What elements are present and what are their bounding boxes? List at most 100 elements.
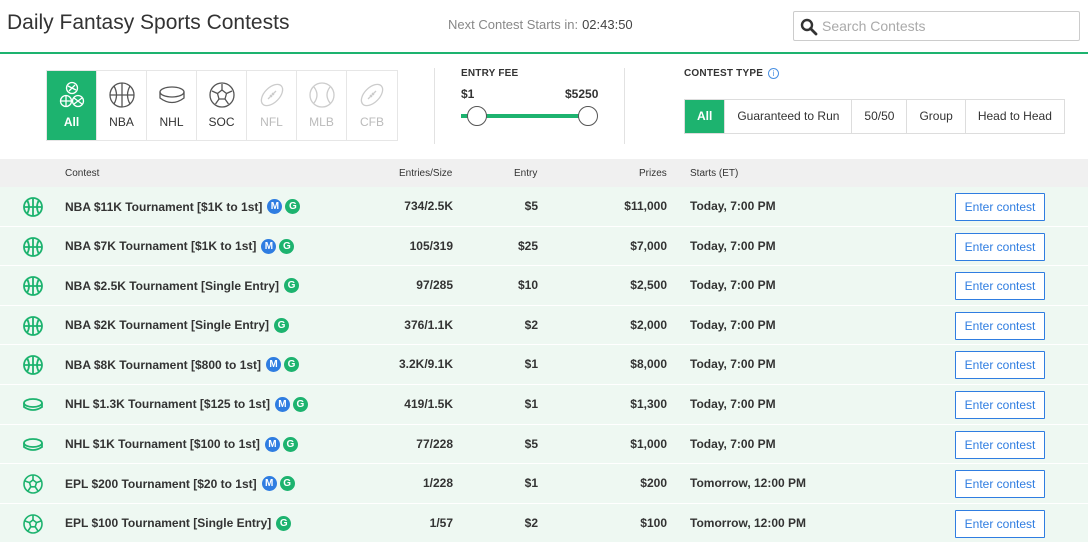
column-header-starts[interactable]: Starts (ET) <box>690 168 738 179</box>
contest-type-5050[interactable]: 50/50 <box>852 100 908 133</box>
sport-tab-all[interactable]: All <box>47 71 97 140</box>
contest-name[interactable]: NHL $1K Tournament [$100 to 1st] <box>65 437 260 451</box>
contest-name-cell: NBA $8K Tournament [$800 to 1st] M G <box>65 357 300 373</box>
contest-name[interactable]: EPL $100 Tournament [Single Entry] <box>65 516 271 530</box>
contest-name[interactable]: NBA $2K Tournament [Single Entry] <box>65 318 269 332</box>
hockey-puck-icon <box>158 86 185 104</box>
contest-name[interactable]: NBA $2.5K Tournament [Single Entry] <box>65 279 279 293</box>
entry-fee-cell: $2 <box>524 515 538 530</box>
search-input[interactable] <box>822 16 1072 36</box>
entry-fee-cell: $1 <box>524 396 538 411</box>
entry-fee-min-label: $1 <box>461 87 475 101</box>
contest-type-label: CONTEST TYPE <box>684 68 764 79</box>
starts-cell: Tomorrow, 12:00 PM <box>690 476 807 491</box>
entries-size-cell: 1/228 <box>422 476 453 491</box>
basketball-icon <box>23 355 43 376</box>
prizes-cell: $2,500 <box>630 278 667 293</box>
contest-type-head-to-head[interactable]: Head to Head <box>966 100 1064 133</box>
contest-row: NBA $2.5K Tournament [Single Entry] G 97/2… <box>0 266 1088 306</box>
starts-cell: Today, 7:00 PM <box>690 238 776 253</box>
column-header-entries[interactable]: Entries/Size <box>399 168 452 179</box>
starts-cell: Today, 7:00 PM <box>690 317 776 332</box>
sport-tab-mlb[interactable]: MLB <box>297 71 347 140</box>
entries-size-cell: 376/1.1K <box>404 317 453 332</box>
contest-name[interactable]: EPL $200 Tournament [$20 to 1st] <box>65 477 257 491</box>
contest-type-guaranteed[interactable]: Guaranteed to Run <box>725 100 853 133</box>
enter-contest-button[interactable]: Enter contest <box>955 232 1045 261</box>
contest-type-title: CONTEST TYPE i <box>684 68 780 79</box>
contest-type-group[interactable]: Group <box>907 100 966 133</box>
enter-contest-button[interactable]: Enter contest <box>955 193 1045 221</box>
divider <box>434 68 435 144</box>
sport-tab-label: All <box>63 115 80 129</box>
prizes-cell: $8,000 <box>630 357 667 372</box>
soccer-ball-icon <box>23 513 43 534</box>
divider <box>624 68 625 144</box>
contest-row: NHL $1.3K Tournament [$125 to 1st] M G 419/… <box>0 384 1088 425</box>
contest-table-body: NBA $11K Tournament [$1K to 1st] M G 734/2.… <box>0 187 1088 544</box>
multi-entry-badge: M <box>274 396 290 412</box>
hockey-puck-icon <box>23 398 43 411</box>
countdown-label: Next Contest Starts in: <box>448 17 579 32</box>
basketball-icon <box>23 197 43 217</box>
sport-tab-nfl[interactable]: NFL <box>247 71 297 140</box>
sport-tab-label: NHL <box>159 115 184 129</box>
column-header-contest[interactable]: Contest <box>65 168 99 179</box>
entries-size-cell: 419/1.5K <box>404 396 453 411</box>
contest-row: NBA $11K Tournament [$1K to 1st] M G 734/2.… <box>0 187 1088 227</box>
contest-type-all[interactable]: All <box>685 100 726 133</box>
sport-tab-nba[interactable]: NBA <box>97 71 147 140</box>
sport-tab-nhl[interactable]: NHL <box>147 71 197 140</box>
multi-entry-badge: M <box>267 199 283 214</box>
sport-tab-cfb[interactable]: CFB <box>347 71 397 140</box>
entry-fee-cell: $5 <box>524 436 538 451</box>
entries-size-cell: 3.2K/9.1K <box>398 357 453 372</box>
contest-name[interactable]: NBA $11K Tournament [$1K to 1st] <box>65 200 262 214</box>
contest-name[interactable]: NBA $7K Tournament [$1K to 1st] <box>65 239 256 253</box>
contest-name-cell: EPL $100 Tournament [Single Entry] G <box>65 515 292 531</box>
entries-size-cell: 77/228 <box>416 436 453 451</box>
starts-cell: Tomorrow, 12:00 PM <box>690 515 807 530</box>
guaranteed-badge: G <box>276 515 292 531</box>
prizes-cell: $200 <box>640 476 667 491</box>
multi-entry-badge: M <box>264 436 280 452</box>
search-box[interactable] <box>793 11 1080 41</box>
contest-name-cell: NBA $2K Tournament [Single Entry] G <box>65 317 290 333</box>
enter-contest-button[interactable]: Enter contest <box>955 509 1045 538</box>
info-icon[interactable]: i <box>768 68 780 79</box>
sport-tab-soc[interactable]: SOC <box>197 71 247 140</box>
enter-contest-button[interactable]: Enter contest <box>955 470 1045 499</box>
enter-contest-button[interactable]: Enter contest <box>955 272 1045 301</box>
enter-contest-button[interactable]: Enter contest <box>955 351 1045 380</box>
search-icon[interactable] <box>800 18 818 36</box>
entry-fee-cell: $10 <box>517 278 538 293</box>
multi-entry-badge: M <box>261 238 277 254</box>
prizes-cell: $7,000 <box>630 238 667 253</box>
column-header-entry[interactable]: Entry <box>514 168 537 179</box>
contest-name[interactable]: NHL $1.3K Tournament [$125 to 1st] <box>65 397 270 411</box>
countdown-time: 02:43:50 <box>582 17 633 32</box>
contest-row: EPL $200 Tournament [$20 to 1st] M G 1/228 $… <box>0 464 1088 504</box>
enter-contest-button[interactable]: Enter contest <box>955 311 1045 340</box>
contest-name-cell: NBA $11K Tournament [$1K to 1st] M G <box>65 199 301 214</box>
contest-name[interactable]: NBA $8K Tournament [$800 to 1st] <box>65 358 261 372</box>
entry-fee-filter: ENTRY FEE $1 $5250 <box>461 68 601 126</box>
contest-name-cell: EPL $200 Tournament [$20 to 1st] M G <box>65 476 295 492</box>
entries-size-cell: 97/285 <box>416 278 453 293</box>
entry-fee-slider[interactable] <box>461 106 599 126</box>
contest-row: EPL $100 Tournament [Single Entry] G 1/57 $… <box>0 503 1088 544</box>
sport-tab-label: NFL <box>260 115 283 129</box>
enter-contest-button[interactable]: Enter contest <box>955 430 1045 459</box>
slider-min-handle[interactable] <box>467 106 487 126</box>
prizes-cell: $1,000 <box>630 436 667 451</box>
page-title: Daily Fantasy Sports Contests <box>7 11 290 34</box>
contest-name-cell: NBA $2.5K Tournament [Single Entry] G <box>65 278 300 294</box>
column-header-prizes[interactable]: Prizes <box>639 168 667 179</box>
all-sports-icon <box>59 81 84 108</box>
slider-max-handle[interactable] <box>578 106 598 126</box>
next-contest-countdown: Next Contest Starts in: 02:43:50 <box>448 17 633 32</box>
guaranteed-badge: G <box>282 436 298 452</box>
baseball-icon <box>308 82 335 108</box>
entry-fee-title: ENTRY FEE <box>461 68 519 79</box>
enter-contest-button[interactable]: Enter contest <box>955 390 1045 419</box>
